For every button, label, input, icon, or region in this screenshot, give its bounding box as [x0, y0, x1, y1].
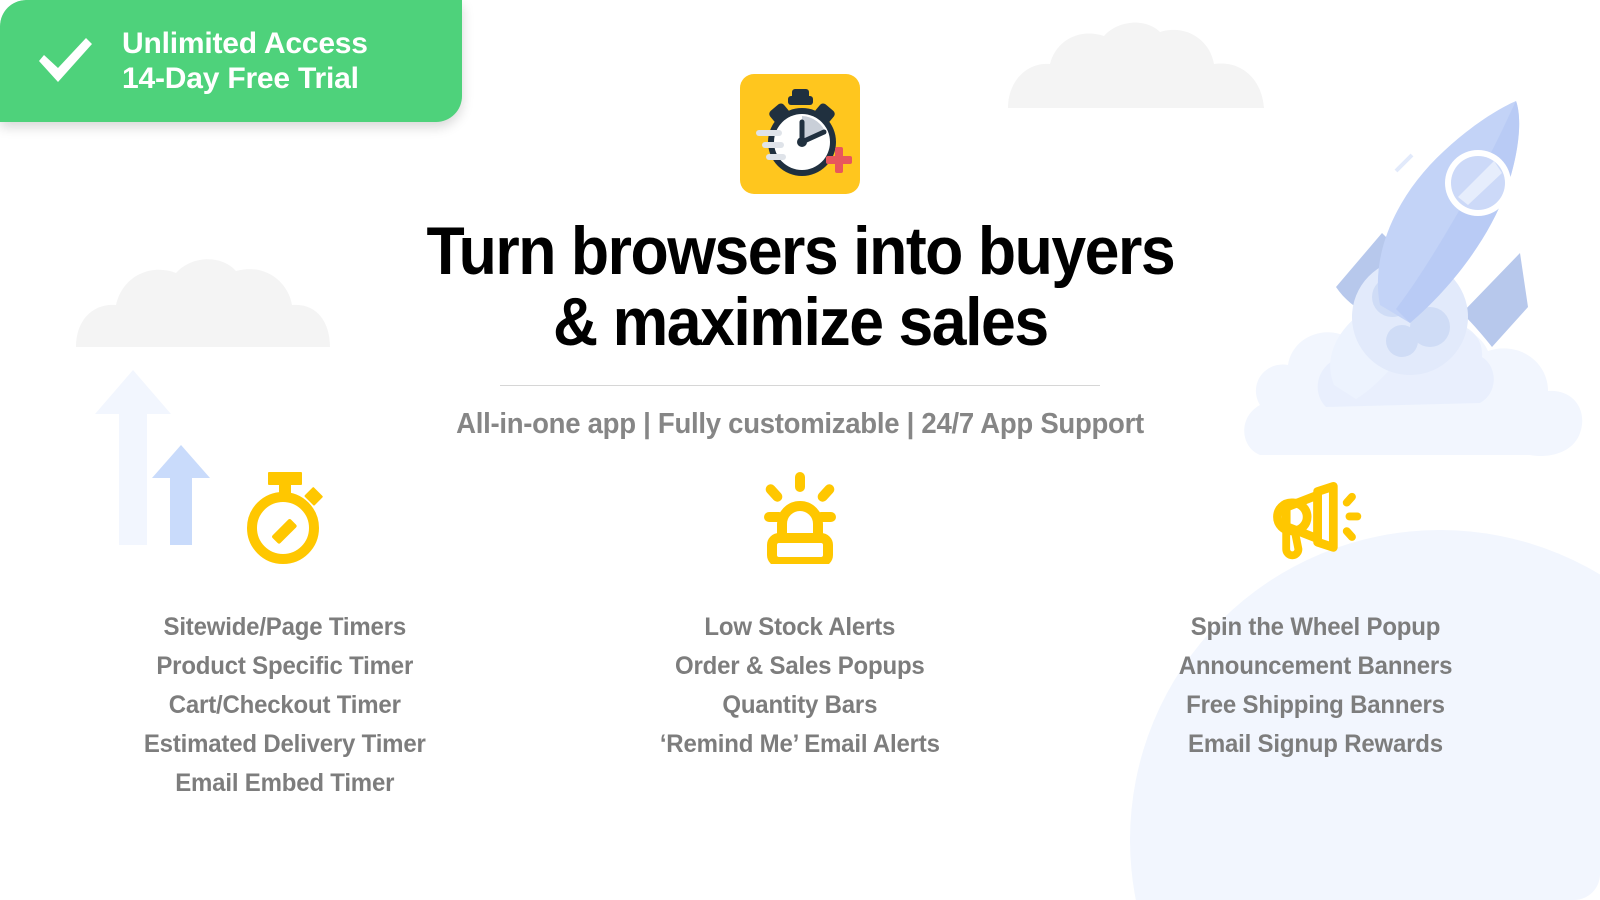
- megaphone-icon: [1273, 481, 1362, 560]
- feature-columns: Sitewide/Page Timers Product Specific Ti…: [70, 468, 1530, 803]
- badge-line-1: Unlimited Access: [122, 26, 368, 60]
- list-item: Free Shipping Banners: [1185, 691, 1445, 719]
- list-item: Cart/Checkout Timer: [169, 691, 401, 719]
- headline-line-1: Turn browsers into buyers: [426, 213, 1175, 289]
- list-item: Spin the Wheel Popup: [1190, 613, 1440, 641]
- feature-list: Sitewide/Page Timers Product Specific Ti…: [138, 608, 432, 803]
- list-item: Sitewide/Page Timers: [163, 613, 407, 641]
- list-item: Email Embed Timer: [175, 769, 395, 797]
- list-item: Low Stock Alerts: [704, 613, 896, 641]
- hero-divider: [500, 384, 1100, 386]
- list-item: Quantity Bars: [722, 691, 878, 719]
- stopwatch-icon: [247, 472, 323, 564]
- stopwatch-plus-app-icon: [740, 74, 860, 194]
- feature-column-timers: Sitewide/Page Timers Product Specific Ti…: [70, 468, 500, 803]
- hero-subtitle: All-in-one app | Fully customizable | 24…: [456, 407, 1144, 440]
- headline-line-2: & maximize sales: [552, 284, 1049, 361]
- feature-column-alerts: Low Stock Alerts Order & Sales Popups Qu…: [585, 468, 1015, 803]
- siren-alert-icon: [764, 472, 836, 564]
- list-item: Order & Sales Popups: [675, 652, 925, 680]
- list-item: Product Specific Timer: [156, 652, 414, 680]
- page-title: Turn browsers into buyers & maximize sal…: [426, 213, 1175, 361]
- arrow-up-small-right-icon: [1542, 650, 1596, 736]
- list-item: Email Signup Rewards: [1187, 730, 1443, 758]
- feature-column-marketing: Spin the Wheel Popup Announcement Banner…: [1100, 468, 1530, 803]
- list-item: ‘Remind Me’ Email Alerts: [660, 730, 940, 758]
- feature-list: Low Stock Alerts Order & Sales Popups Qu…: [654, 608, 946, 764]
- list-item: Announcement Banners: [1178, 652, 1452, 680]
- promo-banner: Unlimited Access 14-Day Free Trial Turn …: [0, 0, 1600, 900]
- hero-section: Turn browsers into buyers & maximize sal…: [0, 74, 1600, 441]
- feature-list: Spin the Wheel Popup Announcement Banner…: [1173, 608, 1458, 764]
- list-item: Estimated Delivery Timer: [144, 730, 426, 758]
